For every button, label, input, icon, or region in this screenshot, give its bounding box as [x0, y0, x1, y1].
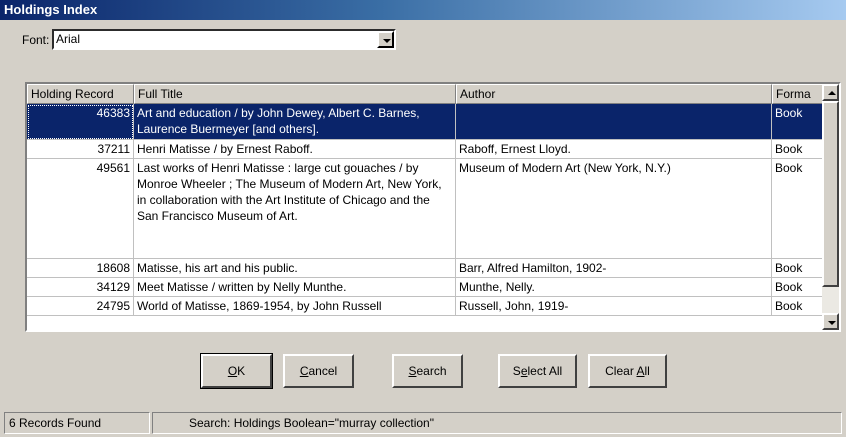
- format-cell: Book: [772, 104, 823, 140]
- holding-record-cell: 46383: [27, 104, 134, 140]
- table-row[interactable]: 18608 Matisse, his art and his public. B…: [27, 259, 823, 278]
- arrow-up-icon: [828, 91, 836, 95]
- scrollbar-thumb[interactable]: [822, 101, 839, 287]
- holding-record-cell: 37211: [27, 140, 134, 159]
- table-row[interactable]: 34129 Meet Matisse / written by Nelly Mu…: [27, 278, 823, 297]
- column-header-format[interactable]: Forma: [772, 84, 823, 104]
- font-label: Font:: [22, 33, 50, 47]
- full-title-cell: Henri Matisse / by Ernest Raboff.: [134, 140, 456, 159]
- full-title-cell: Matisse, his art and his public.: [134, 259, 456, 278]
- scroll-up-button[interactable]: [822, 84, 839, 101]
- select-all-button[interactable]: Select All: [498, 354, 577, 388]
- column-header-holding-record[interactable]: Holding Record: [27, 84, 134, 104]
- holding-record-cell: 49561: [27, 159, 134, 259]
- full-title-cell: Art and education / by John Dewey, Alber…: [134, 104, 456, 140]
- format-cell: Book: [772, 297, 823, 316]
- select-all-prefix: S: [512, 364, 521, 378]
- font-dropdown-button[interactable]: [377, 31, 394, 48]
- search-label: earch: [416, 364, 447, 378]
- full-title-cell: Last works of Henri Matisse : large cut …: [134, 159, 456, 259]
- table-row[interactable]: 37211 Henri Matisse / by Ernest Raboff. …: [27, 140, 823, 159]
- table-row[interactable]: 46383 Art and education / by John Dewey,…: [27, 104, 823, 140]
- author-cell: Munthe, Nelly.: [456, 278, 772, 297]
- clear-all-accel: A: [636, 364, 645, 378]
- select-all-label: lect All: [527, 364, 563, 378]
- author-cell: Barr, Alfred Hamilton, 1902-: [456, 259, 772, 278]
- chevron-down-icon: [383, 39, 391, 43]
- ok-label: K: [237, 364, 246, 378]
- holdings-index-window: Holdings Index Font: Arial Holding Recor…: [0, 0, 846, 437]
- holding-record-cell: 34129: [27, 278, 134, 297]
- font-select[interactable]: Arial: [52, 29, 396, 50]
- holding-record-cell: 24795: [27, 297, 134, 316]
- clear-all-prefix: Clear: [605, 364, 637, 378]
- format-cell: Book: [772, 259, 823, 278]
- arrow-down-icon: [828, 321, 836, 325]
- author-cell: Russell, John, 1919-: [456, 297, 772, 316]
- status-record-count: 6 Records Found: [4, 412, 150, 434]
- holdings-table[interactable]: Holding Record Full Title Author Forma 4…: [25, 82, 841, 332]
- author-cell: Museum of Modern Art (New York, N.Y.): [456, 159, 772, 259]
- author-cell: Raboff, Ernest Lloyd.: [456, 140, 772, 159]
- window-title: Holdings Index: [0, 0, 846, 20]
- cancel-button[interactable]: Cancel: [283, 354, 354, 388]
- table-header: Holding Record Full Title Author Forma: [27, 84, 823, 104]
- format-cell: Book: [772, 159, 823, 259]
- clear-all-button[interactable]: Clear All: [588, 354, 667, 388]
- author-cell: [456, 104, 772, 140]
- status-bar: 6 Records Found Search: Holdings Boolean…: [0, 410, 846, 437]
- full-title-cell: World of Matisse, 1869-1954, by John Rus…: [134, 297, 456, 316]
- font-select-value: Arial: [56, 32, 81, 46]
- column-header-author[interactable]: Author: [456, 84, 772, 104]
- ok-accel: O: [227, 364, 238, 378]
- clear-all-label: ll: [644, 364, 650, 378]
- full-title-cell: Meet Matisse / written by Nelly Munthe.: [134, 278, 456, 297]
- cancel-label: ancel: [308, 364, 338, 378]
- format-cell: Book: [772, 140, 823, 159]
- table-row[interactable]: 24795 World of Matisse, 1869-1954, by Jo…: [27, 297, 823, 316]
- holding-record-cell: 18608: [27, 259, 134, 278]
- status-search-query: Search: Holdings Boolean="murray collect…: [152, 412, 842, 434]
- select-all-accel: e: [520, 364, 528, 378]
- ok-button[interactable]: OK: [200, 353, 273, 389]
- search-button[interactable]: Search: [392, 354, 463, 388]
- scroll-down-button[interactable]: [822, 313, 839, 330]
- column-header-full-title[interactable]: Full Title: [134, 84, 456, 104]
- format-cell: Book: [772, 278, 823, 297]
- table-row[interactable]: 49561 Last works of Henri Matisse : larg…: [27, 159, 823, 259]
- vertical-scrollbar[interactable]: [822, 84, 839, 330]
